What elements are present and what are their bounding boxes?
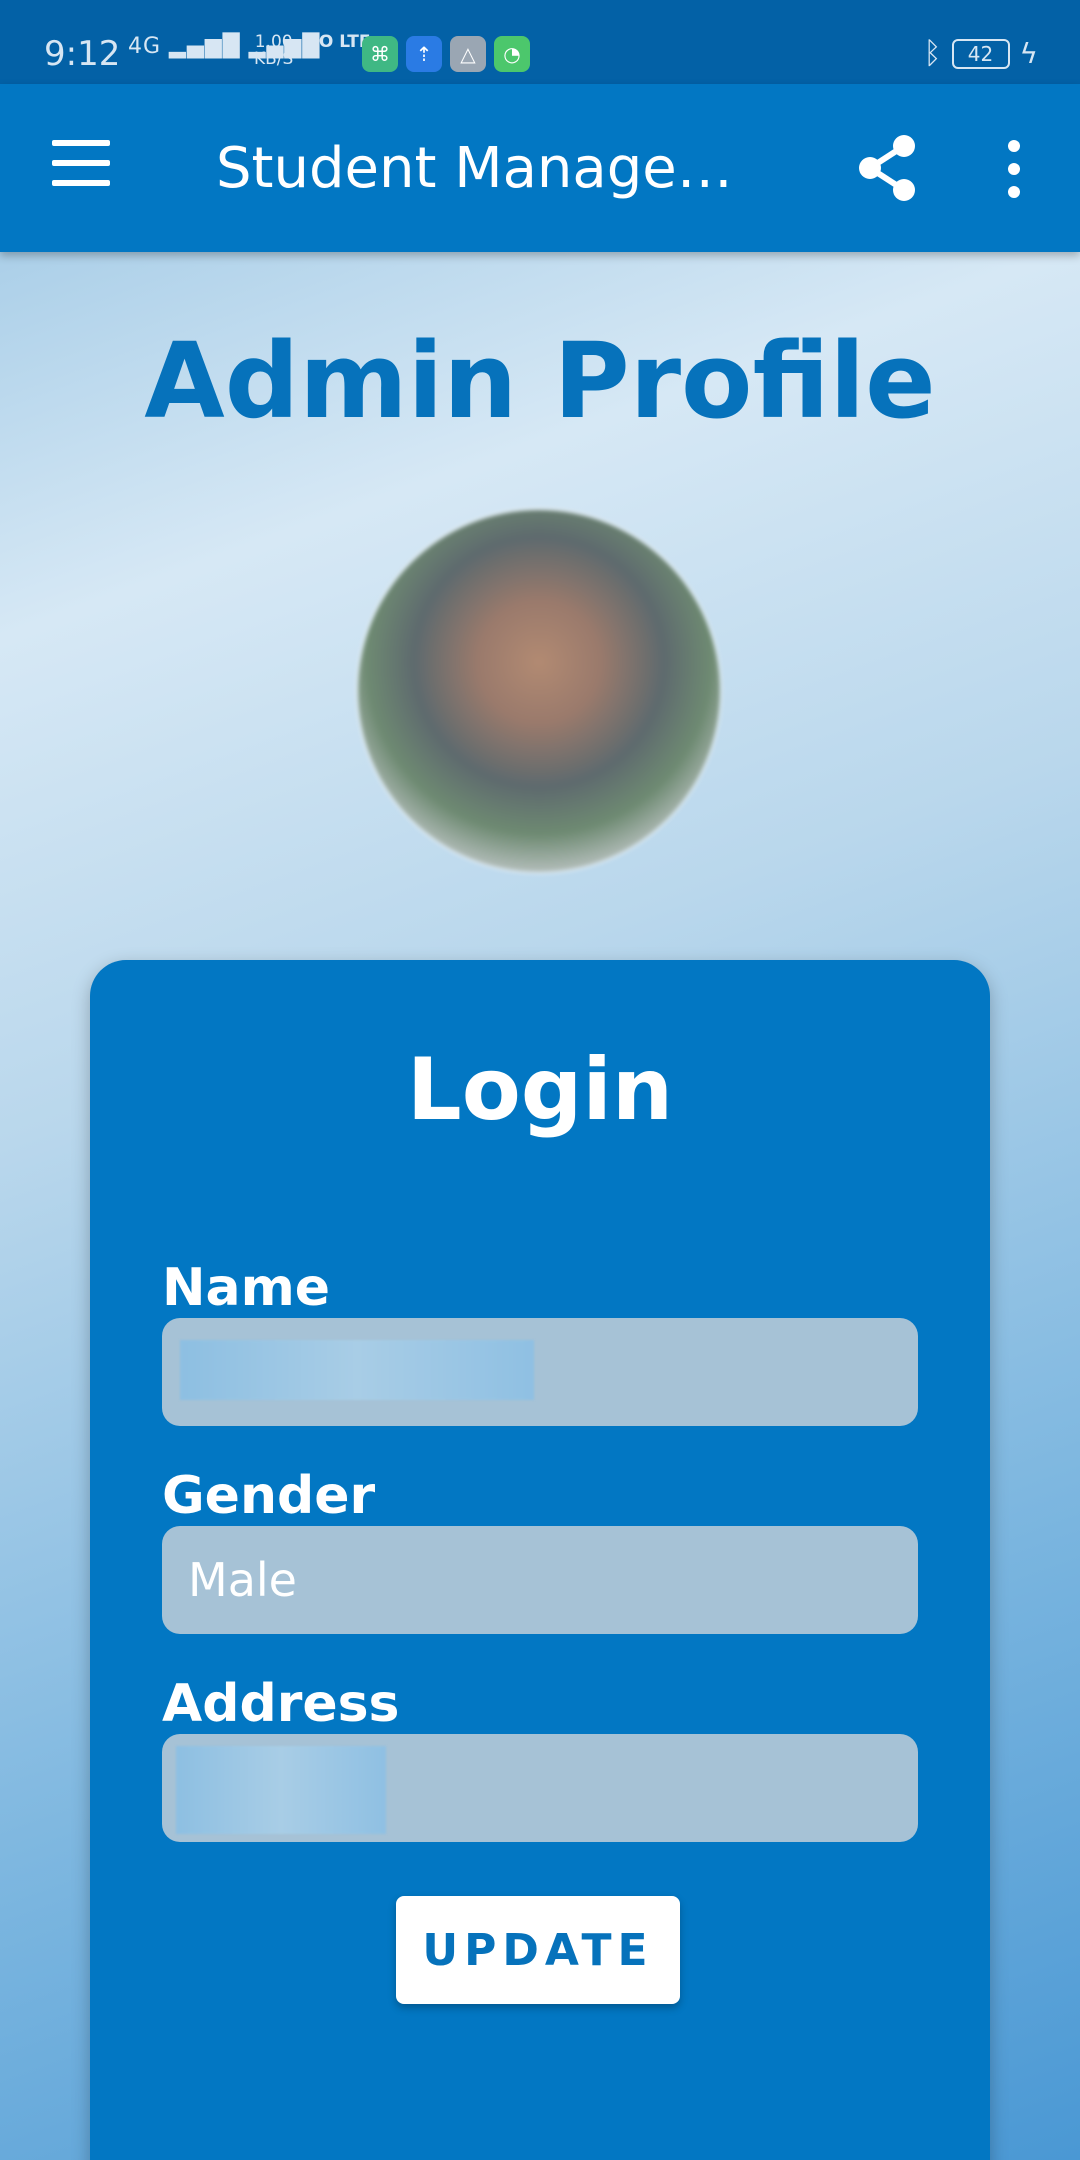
page-title: Admin Profile bbox=[144, 320, 936, 442]
screen: 9:12 4G ▂▄▆█ ▂▄▆█ 1.00 KB/S VO LTE ⌘ ⇡ △… bbox=[0, 0, 1080, 2160]
usb-icon: ⇡ bbox=[406, 36, 442, 72]
gender-label: Gender bbox=[162, 1466, 376, 1526]
battery-icon: 42 bbox=[951, 38, 1010, 69]
profile-card: Login Name Gender Address UPDATE bbox=[90, 960, 990, 2160]
charging-icon: ϟ bbox=[1019, 37, 1038, 70]
notification-icons: ⌘ ⇡ △ ◔ bbox=[362, 36, 530, 72]
speed-unit: KB/S bbox=[254, 49, 294, 69]
share-app-icon: △ bbox=[450, 36, 486, 72]
network-type: 4G bbox=[128, 34, 162, 59]
card-title: Login bbox=[406, 1040, 674, 1140]
volte-indicator: VO LTE bbox=[306, 32, 371, 52]
address-label: Address bbox=[162, 1674, 400, 1734]
address-redacted-value bbox=[176, 1746, 386, 1834]
app-bar: Student Managem… bbox=[0, 84, 1080, 252]
status-time: 9:12 bbox=[44, 34, 121, 74]
share-icon[interactable] bbox=[856, 134, 920, 202]
name-label: Name bbox=[162, 1258, 331, 1318]
update-button[interactable]: UPDATE bbox=[396, 1896, 680, 2004]
network-speed: 1.00 KB/S bbox=[254, 34, 293, 68]
status-bar: 9:12 4G ▂▄▆█ ▂▄▆█ 1.00 KB/S VO LTE ⌘ ⇡ △… bbox=[0, 0, 1080, 84]
bluetooth-icon: ᛒ bbox=[923, 36, 942, 71]
more-vert-icon[interactable] bbox=[1000, 140, 1028, 200]
gender-field[interactable] bbox=[162, 1526, 918, 1634]
message-app-icon: ◔ bbox=[494, 36, 530, 72]
profile-avatar[interactable] bbox=[358, 510, 720, 872]
name-redacted-value bbox=[180, 1340, 534, 1400]
app-title: Student Managem… bbox=[216, 136, 776, 201]
status-right: ᛒ 42 ϟ bbox=[924, 36, 1038, 71]
notification-app-icon: ⌘ bbox=[362, 36, 398, 72]
hamburger-menu-icon[interactable] bbox=[52, 140, 112, 196]
